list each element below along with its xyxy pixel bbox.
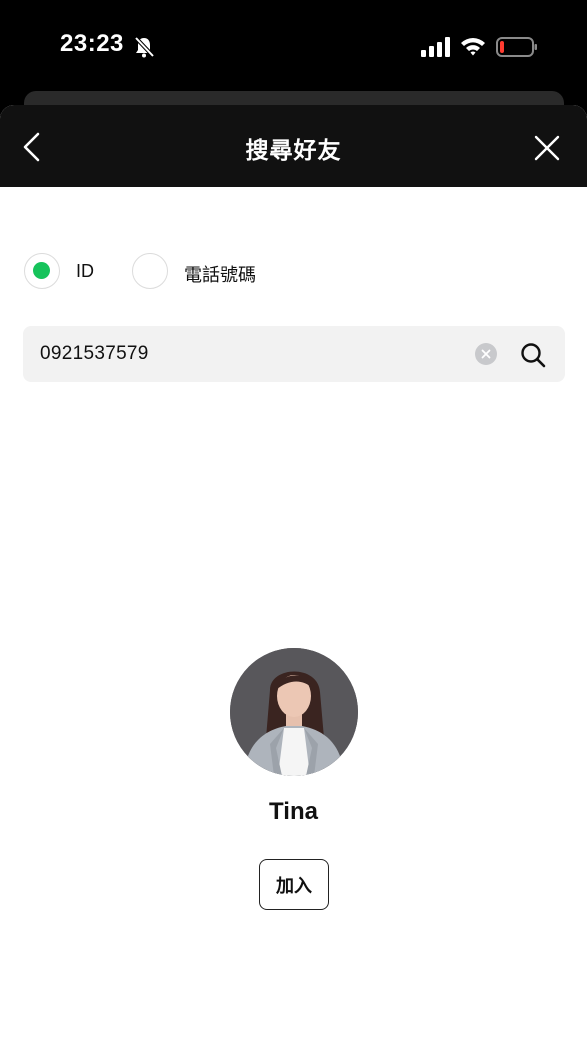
radio-phone-label: 電話號碼 [184,265,256,285]
wifi-icon [461,38,485,56]
add-friend-button[interactable]: 加入 [259,859,329,910]
search-input[interactable]: 0921537579 [23,326,565,382]
status-bar: 23:23 [0,0,587,105]
page-title: 搜尋好友 [245,137,342,163]
bell-slash-icon [134,36,154,58]
radio-phone[interactable] [132,253,168,289]
avatar[interactable] [230,648,358,776]
header: 搜尋好友 [0,105,587,187]
search-icon[interactable] [520,342,546,368]
status-time: 23:23 [60,30,124,57]
profile-name: Tina [269,798,318,825]
close-icon[interactable] [532,133,562,163]
avatar-photo [230,648,358,776]
battery-low-icon [496,37,537,57]
radio-id-label: ID [76,261,94,281]
cellular-signal-icon [421,37,450,57]
search-friend-sheet: 搜尋好友 ID 電話號碼 0921537579 Tina 加入 [0,105,587,1045]
search-input-value[interactable]: 0921537579 [40,343,149,365]
clear-circle-icon[interactable] [475,343,497,365]
radio-id[interactable] [24,253,60,289]
radio-selected-dot [33,262,50,279]
